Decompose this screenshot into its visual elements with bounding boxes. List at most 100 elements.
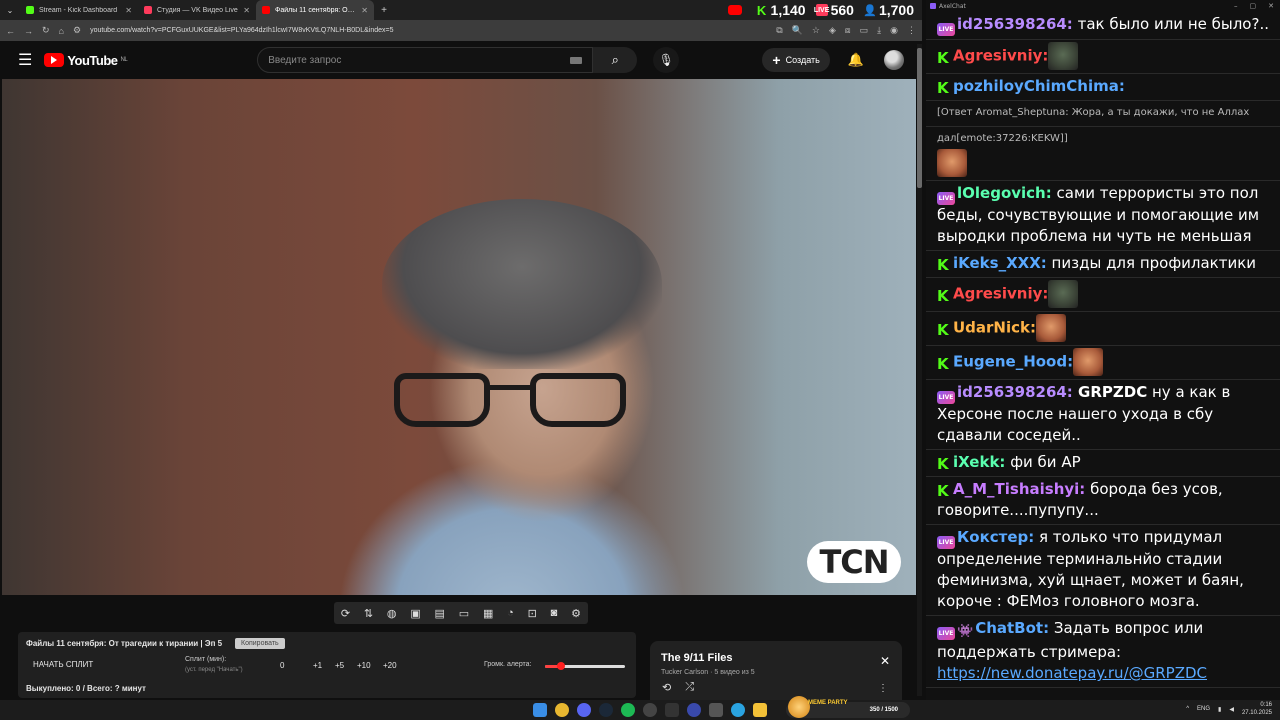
chat-username[interactable]: Agresivniy: (953, 47, 1048, 65)
chat-username[interactable]: id256398264: (957, 15, 1073, 33)
meme-party-count: 350 / 1500 (869, 707, 898, 713)
screenshot-icon[interactable]: ⊡ (528, 607, 537, 620)
chat-username[interactable]: iKeks_XXX: (953, 254, 1047, 272)
voice-search-button[interactable]: 🎙 (653, 47, 680, 73)
repeat-icon[interactable]: ⟲ (662, 681, 671, 694)
youtube-logo[interactable]: YouTube NL (44, 53, 128, 68)
media-player-icon[interactable] (687, 703, 701, 717)
picture-in-picture-icon[interactable]: ▭ (459, 607, 469, 620)
new-tab-button[interactable]: + (374, 5, 394, 16)
film-icon[interactable]: ▤ (435, 607, 445, 620)
sort-icon[interactable]: ⇅ (364, 607, 373, 620)
split-plus-5-button[interactable]: +5 (335, 661, 344, 670)
maximize-icon[interactable]: ▢ (1250, 2, 1257, 10)
chat-username[interactable]: Eugene_Hood: (953, 353, 1073, 371)
obs-icon[interactable] (643, 703, 657, 717)
site-info-icon[interactable]: ⚙ (73, 25, 81, 36)
notifications-bell-icon[interactable]: 🔔 (848, 52, 864, 68)
scrollbar-thumb[interactable] (917, 48, 922, 188)
close-playlist-icon[interactable]: ✕ (880, 654, 890, 668)
install-app-icon[interactable]: ⧉ (776, 25, 782, 36)
extensions-puzzle-icon[interactable]: ⧈ (845, 25, 851, 36)
reload-icon[interactable]: ↻ (42, 25, 50, 36)
chat-username[interactable]: Agresivniy: (953, 285, 1048, 303)
tab-menu-icon[interactable]: ⌄ (0, 6, 20, 15)
chat-username[interactable]: pozhiloyChimChima: (953, 77, 1125, 95)
forward-icon[interactable]: → (24, 26, 33, 36)
vk-viewer-count: 560 (830, 2, 854, 18)
camera-icon[interactable]: ◙ (551, 607, 558, 619)
steam-icon[interactable] (599, 703, 613, 717)
close-tab-icon[interactable]: ✕ (243, 6, 250, 15)
chat-message: K UdarNick: (926, 312, 1280, 346)
donate-link[interactable]: https://new.donatepay.ru/@GRPZDC (937, 664, 1207, 682)
split-plus-10-button[interactable]: +10 (357, 661, 371, 670)
discord-icon[interactable] (577, 703, 591, 717)
url-field[interactable]: youtube.com/watch?v=PCFGuxUUKGE&list=PLY… (90, 27, 767, 34)
telegram-icon[interactable] (731, 703, 745, 717)
network-icon[interactable]: ▮ (1218, 706, 1221, 713)
windows-start-icon[interactable] (533, 703, 547, 717)
zoom-icon[interactable]: 🔍 (792, 25, 803, 36)
extension-icon[interactable]: ◈ (829, 25, 836, 36)
chat-text: фи би АР (1005, 453, 1081, 471)
vk-favicon-icon (144, 6, 152, 14)
keyboard-icon[interactable] (570, 56, 583, 64)
close-tab-icon[interactable]: ✕ (125, 6, 132, 15)
minimize-icon[interactable]: – (1234, 2, 1238, 10)
profile-icon[interactable]: ◉ (890, 25, 898, 36)
terminal-icon[interactable] (709, 703, 723, 717)
close-window-icon[interactable]: ✕ (1268, 2, 1274, 10)
more-options-icon[interactable]: ⋮ (878, 683, 888, 694)
bookmark-star-icon[interactable]: ☆ (812, 25, 820, 36)
shuffle-icon[interactable]: ⤮ (685, 681, 694, 694)
browser-menu-icon[interactable]: ⋮ (907, 25, 916, 36)
loop-icon[interactable]: ⟳ (341, 607, 350, 620)
spotify-icon[interactable] (621, 703, 635, 717)
chat-username[interactable]: id256398264: (957, 383, 1073, 401)
tab-youtube-video[interactable]: Файлы 11 сентября: От тр ✕ (256, 0, 374, 20)
home-icon[interactable]: ⌂ (59, 26, 64, 36)
chat-username[interactable]: iXekk: (953, 453, 1005, 471)
split-plus-1-button[interactable]: +1 (313, 661, 322, 670)
split-plus-20-button[interactable]: +20 (383, 661, 397, 670)
volume-knob[interactable] (557, 662, 565, 670)
create-button[interactable]: + Создать (762, 48, 830, 72)
video-settings-icon[interactable]: ▣ (410, 607, 420, 620)
cinema-mode-icon[interactable]: ▦ (483, 607, 493, 620)
chat-username[interactable]: A_M_Tishaishyi: (953, 480, 1085, 498)
vk-viewers: LIVE 560 (814, 2, 854, 18)
clock[interactable]: 0:16 27.10.2025 (1242, 701, 1272, 717)
chrome-icon[interactable] (555, 703, 569, 717)
chat-message-list[interactable]: LIVE id256398264: так было или не было?..… (926, 12, 1280, 688)
meme-party-widget[interactable]: MEME PARTY 350 / 1500 (786, 696, 910, 718)
volume-icon[interactable]: ◀ (1229, 706, 1234, 713)
tray-chevron-icon[interactable]: ^ (1186, 706, 1189, 712)
start-split-button[interactable]: НАЧАТЬ СПЛИТ (33, 660, 93, 669)
alert-volume-slider[interactable] (545, 662, 625, 670)
chat-username[interactable]: Кокстер: (957, 528, 1034, 546)
page-scrollbar[interactable] (917, 44, 922, 696)
playlist-title[interactable]: The 9/11 Files (661, 652, 733, 664)
tab-kick-dashboard[interactable]: Stream - Kick Dashboard ✕ (20, 0, 138, 20)
speed-icon[interactable]: ◔ (507, 607, 514, 619)
chat-username[interactable]: UdarNick: (953, 319, 1036, 337)
tab-vk-studio[interactable]: Студия — VK Видео Live ✕ (138, 0, 256, 20)
gear-icon[interactable]: ⚙ (571, 607, 581, 620)
chat-username[interactable]: ChatBot: (975, 619, 1049, 637)
video-player[interactable]: TCN (2, 79, 916, 595)
hamburger-menu-icon[interactable]: ☰ (18, 50, 32, 70)
app-icon[interactable] (665, 703, 679, 717)
copy-button[interactable]: Копировать (235, 638, 285, 649)
sidebar-icon[interactable]: ▭ (860, 25, 869, 36)
close-tab-icon[interactable]: ✕ (361, 6, 368, 15)
explorer-icon[interactable] (753, 703, 767, 717)
search-input[interactable]: Введите запрос (257, 47, 594, 73)
language-indicator[interactable]: ENG (1197, 706, 1210, 712)
back-icon[interactable]: ← (6, 26, 15, 36)
avatar[interactable] (884, 50, 904, 70)
download-icon[interactable]: ⤓ (877, 25, 881, 36)
audio-icon[interactable]: ◍ (387, 607, 397, 620)
chat-username[interactable]: lOlegovich: (957, 184, 1052, 202)
search-button[interactable]: ⌕ (593, 47, 638, 73)
